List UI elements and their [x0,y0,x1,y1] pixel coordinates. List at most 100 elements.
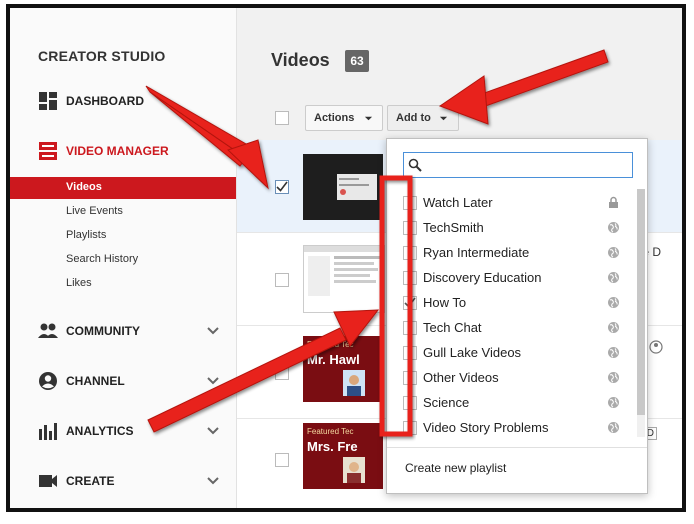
playlist-checkbox[interactable] [403,421,417,435]
playlist-checkbox[interactable] [403,396,417,410]
row-checkbox[interactable] [275,180,289,194]
subnav-label: Likes [66,277,92,289]
row-checkbox[interactable] [275,366,289,380]
video-count-badge: 63 [345,50,369,72]
video-thumbnail[interactable] [303,245,385,313]
globe-icon [607,221,620,234]
playlist-name: How To [423,295,467,310]
playlist-name: Science [423,395,470,410]
scrollbar-thumb[interactable] [637,189,645,415]
chevron-down-icon[interactable] [206,424,220,438]
playlist-item[interactable]: Other Videos [387,366,633,390]
subnav-label: Videos [66,181,102,193]
row-checkbox[interactable] [275,453,289,467]
video-thumbnail[interactable] [303,154,383,220]
subnav-search-history[interactable]: Search History [10,249,236,271]
nav-analytics[interactable]: ANALYTICS [10,418,236,444]
globe-icon [607,421,620,434]
playlist-search-box[interactable] [403,152,633,178]
caret-down-icon [439,116,447,120]
divider [387,447,647,448]
subnav-videos[interactable]: Videos [10,177,236,199]
sidebar: CREATOR STUDIO DASHBOARD VIDEO MANAGER V… [10,8,237,508]
nav-create[interactable]: CREATE [10,468,236,494]
globe-icon [607,396,620,409]
playlist-item[interactable]: How To [387,291,633,315]
chevron-down-icon[interactable] [206,474,220,488]
playlist-item[interactable]: Gull Lake Videos [387,341,633,365]
nav-video-manager[interactable]: VIDEO MANAGER [10,138,236,164]
playlist-item[interactable]: Ryan Intermediate [387,241,633,265]
playlist-checkbox[interactable] [403,296,417,310]
video-manager-icon [39,142,57,160]
community-icon [38,323,58,338]
thumbnail-image [304,246,384,312]
playlist-checkbox[interactable] [403,221,417,235]
playlist-checkbox[interactable] [403,346,417,360]
playlist-name: Gull Lake Videos [423,345,522,360]
video-thumbnail[interactable]: Featured Tec Mr. Hawl [303,336,383,402]
thumb-name-text: Mr. Hawl [307,352,360,367]
playlist-item[interactable]: Tech Chat [387,316,633,340]
playlist-item[interactable]: TechSmith [387,216,633,240]
nav-label: CHANNEL [66,374,125,388]
chevron-down-icon[interactable] [206,374,220,388]
playlist-checkbox[interactable] [403,271,417,285]
playlist-checkbox[interactable] [403,246,417,260]
add-to-playlist-dropdown: Watch Later TechSmith Ryan Intermediate Dis… [386,138,648,494]
search-icon [408,158,422,172]
playlist-item[interactable]: Science [387,391,633,415]
video-thumbnail[interactable]: Featured Tec Mrs. Fre [303,423,383,489]
nav-label: ANALYTICS [66,424,134,438]
globe-icon [607,246,620,259]
subnav-label: Search History [66,253,139,265]
subnav-playlists[interactable]: Playlists [10,225,236,247]
dashboard-icon [39,92,57,110]
screenshot-frame: CREATOR STUDIO DASHBOARD VIDEO MANAGER V… [6,4,686,512]
playlist-name: Video Story Problems [423,420,549,435]
actions-button[interactable]: Actions [305,105,383,131]
playlist-search-input[interactable] [426,156,630,176]
playlist-checkbox[interactable] [403,371,417,385]
brand-title: CREATOR STUDIO [38,48,166,64]
globe-icon [607,271,620,284]
globe-icon [607,346,620,359]
thumb-portrait [343,457,365,483]
thumb-header-text: Featured Tec [307,340,354,349]
lock-icon [607,196,620,209]
nav-channel[interactable]: CHANNEL [10,368,236,394]
create-icon [39,475,57,487]
playlist-checkbox[interactable] [403,196,417,210]
subnav-likes[interactable]: Likes [10,273,236,295]
nav-label: COMMUNITY [66,324,140,338]
row-checkbox[interactable] [275,273,289,287]
playlist-name: Tech Chat [423,320,482,335]
nav-label: CREATE [66,474,115,488]
playlist-item[interactable]: Video Story Problems [387,416,633,440]
playlist-item[interactable]: Discovery Education [387,266,633,290]
chevron-down-icon[interactable] [206,324,220,338]
create-new-playlist-link[interactable]: Create new playlist [405,461,506,475]
select-all-checkbox[interactable] [275,111,289,125]
subnav-live-events[interactable]: Live Events [10,201,236,223]
thumb-header-text: Featured Tec [307,427,354,436]
analytics-icon [39,423,57,440]
add-to-label: Add to [396,112,431,124]
subnav-label: Playlists [66,229,107,241]
playlist-name: Discovery Education [423,270,542,285]
nav-dashboard[interactable]: DASHBOARD [10,88,236,114]
thumbnail-image [303,154,383,220]
nav-community[interactable]: COMMUNITY [10,318,236,344]
add-to-button[interactable]: Add to [387,105,459,131]
channel-icon [39,372,57,390]
caret-down-icon [365,116,373,120]
playlist-item[interactable]: Watch Later [387,191,633,215]
thumb-name-text: Mrs. Fre [307,439,358,454]
playlist-name: TechSmith [423,220,484,235]
globe-icon [607,296,620,309]
page-title: Videos [271,50,330,70]
playlist-name: Ryan Intermediate [423,245,530,260]
thumb-portrait [343,370,365,396]
check-icon [404,297,416,308]
playlist-checkbox[interactable] [403,321,417,335]
